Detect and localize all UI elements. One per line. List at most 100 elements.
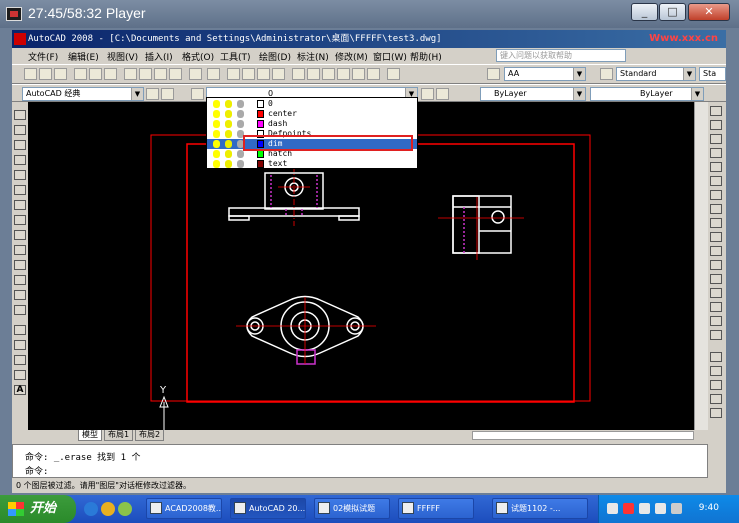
lock-icon[interactable]	[237, 100, 244, 108]
stretch-icon[interactable]	[710, 218, 722, 228]
lightbulb-icon[interactable]	[213, 150, 220, 158]
volume-icon[interactable]	[671, 503, 682, 514]
sun-icon[interactable]	[225, 160, 232, 168]
minimize-button[interactable]: _	[631, 3, 658, 21]
construction-line-icon[interactable]	[14, 125, 26, 135]
lightbulb-icon[interactable]	[213, 140, 220, 148]
sun-icon[interactable]	[225, 120, 232, 128]
ellipse-arc-icon[interactable]	[14, 260, 26, 270]
menu-draw[interactable]: 绘图(D)	[259, 50, 291, 63]
task-acad-tutorial[interactable]: ACAD2008教...	[146, 498, 222, 519]
table-style-select[interactable]: Sta	[699, 67, 726, 81]
menu-format[interactable]: 格式(O)	[182, 50, 214, 63]
array-icon[interactable]	[710, 162, 722, 172]
dim-style-select[interactable]: Standard ▼	[616, 67, 696, 81]
menu-modify[interactable]: 修改(M)	[335, 50, 368, 63]
menu-dimension[interactable]: 标注(N)	[297, 50, 329, 63]
draworder-icon[interactable]	[710, 352, 722, 362]
properties-icon[interactable]	[292, 68, 305, 80]
lightbulb-icon[interactable]	[213, 100, 220, 108]
tab-layout2[interactable]: 布局2	[135, 430, 165, 441]
help-search-input[interactable]: 键入问题以获取帮助	[496, 49, 626, 62]
sun-icon[interactable]	[225, 150, 232, 158]
make-block-icon[interactable]	[14, 290, 26, 300]
menu-view[interactable]: 视图(V)	[107, 50, 138, 63]
tab-layout1[interactable]: 布局1	[104, 430, 134, 441]
region-icon[interactable]	[14, 355, 26, 365]
command-window[interactable]: 命令: _.erase 找到 1 个 命令:	[12, 444, 708, 478]
tray-icon[interactable]	[639, 503, 650, 514]
zoom-previous-icon[interactable]	[272, 68, 285, 80]
print-icon[interactable]	[74, 68, 87, 80]
vertical-scrollbar[interactable]	[694, 102, 708, 430]
layer-row-text[interactable]: text	[207, 159, 417, 169]
lock-icon[interactable]	[237, 110, 244, 118]
horizontal-scrollbar[interactable]	[472, 431, 694, 440]
polyline-icon[interactable]	[14, 140, 26, 150]
command-prompt[interactable]: 命令:	[25, 464, 48, 477]
offset-icon[interactable]	[710, 148, 722, 158]
send-back-icon[interactable]	[710, 380, 722, 390]
start-button[interactable]: 开始	[0, 495, 76, 523]
task-autocad[interactable]: AutoCAD 20...	[230, 498, 306, 519]
linetype-select[interactable]: ByLayer ▼	[590, 87, 704, 101]
tray-icon[interactable]	[655, 503, 666, 514]
task-exam-doc[interactable]: 试题1102 -...	[492, 498, 588, 519]
preview-icon[interactable]	[89, 68, 102, 80]
layer-row-0[interactable]: 0	[207, 99, 417, 109]
menu-tools[interactable]: 工具(T)	[220, 50, 251, 63]
redo-icon[interactable]	[207, 68, 220, 80]
scale-icon[interactable]	[710, 204, 722, 214]
pan-icon[interactable]	[227, 68, 240, 80]
workspace-gear-icon[interactable]	[161, 88, 174, 100]
new-icon[interactable]	[24, 68, 37, 80]
menu-help[interactable]: 帮助(H)	[410, 50, 442, 63]
mirror-icon[interactable]	[710, 134, 722, 144]
hatch-icon[interactable]	[14, 325, 26, 335]
fillet-icon[interactable]	[710, 316, 722, 326]
move-icon[interactable]	[710, 176, 722, 186]
match-properties-icon[interactable]	[169, 68, 182, 80]
layer-manager-icon[interactable]	[191, 88, 204, 100]
layer-previous-icon[interactable]	[436, 88, 449, 100]
join-icon[interactable]	[710, 288, 722, 298]
task-exam-folder[interactable]: 02模拟试题	[314, 498, 390, 519]
close-button[interactable]: ✕	[688, 3, 730, 21]
layer-row-center[interactable]: center	[207, 109, 417, 119]
maximize-button[interactable]: □	[659, 3, 686, 21]
menu-file[interactable]: 文件(F)	[28, 50, 58, 63]
publish-icon[interactable]	[104, 68, 117, 80]
mtext-icon[interactable]: A	[14, 385, 26, 395]
tray-icon[interactable]	[623, 503, 634, 514]
media-icon[interactable]	[118, 502, 132, 516]
cut-icon[interactable]	[124, 68, 137, 80]
rotate-icon[interactable]	[710, 190, 722, 200]
spline-icon[interactable]	[14, 230, 26, 240]
menu-window[interactable]: 窗口(W)	[373, 50, 407, 63]
sun-icon[interactable]	[225, 140, 232, 148]
paste-icon[interactable]	[154, 68, 167, 80]
explode-icon[interactable]	[710, 330, 722, 340]
tab-model[interactable]: 模型	[78, 430, 102, 441]
arc-icon[interactable]	[14, 185, 26, 195]
sun-icon[interactable]	[225, 110, 232, 118]
folder-icon[interactable]	[101, 502, 115, 516]
polygon-icon[interactable]	[14, 155, 26, 165]
table-icon[interactable]	[14, 370, 26, 380]
erase-icon[interactable]	[710, 106, 722, 116]
rectangle-icon[interactable]	[14, 170, 26, 180]
gradient-icon[interactable]	[14, 340, 26, 350]
sheet-set-icon[interactable]	[337, 68, 350, 80]
zoom-window-icon[interactable]	[257, 68, 270, 80]
copy-icon[interactable]	[139, 68, 152, 80]
revision-cloud-icon[interactable]	[14, 215, 26, 225]
lightbulb-icon[interactable]	[213, 110, 220, 118]
bring-above-icon[interactable]	[710, 394, 722, 404]
circle-icon[interactable]	[14, 200, 26, 210]
tool-palettes-icon[interactable]	[322, 68, 335, 80]
send-under-icon[interactable]	[710, 408, 722, 418]
markup-icon[interactable]	[352, 68, 365, 80]
lock-icon[interactable]	[237, 150, 244, 158]
line-icon[interactable]	[14, 110, 26, 120]
point-icon[interactable]	[14, 305, 26, 315]
